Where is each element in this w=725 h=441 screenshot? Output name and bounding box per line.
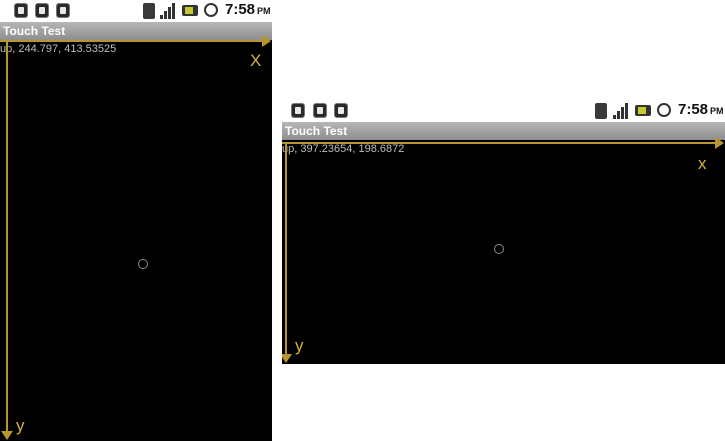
sd-card-icon xyxy=(334,103,348,118)
app-title-bar: Touch Test xyxy=(282,122,725,140)
usb-icon xyxy=(313,103,327,118)
y-axis-arrow xyxy=(1,431,13,440)
touch-surface[interactable]: up, 397.23654, 198.6872 xyxy=(282,140,725,364)
y-axis-line xyxy=(285,144,287,356)
lock-icon xyxy=(291,103,305,118)
wifi-icon xyxy=(595,103,607,119)
clock: 7:58 PM xyxy=(225,1,271,18)
status-bar: 7:58 PM xyxy=(282,100,725,122)
clock-time: 7:58 xyxy=(225,1,256,18)
y-axis-label: y xyxy=(16,416,25,435)
app-title: Touch Test xyxy=(3,24,66,38)
y-axis-line xyxy=(6,40,8,437)
status-bar: 7:58 PM xyxy=(0,0,272,22)
x-axis-line xyxy=(282,142,722,144)
y-axis-label: y xyxy=(295,336,304,355)
signal-icon xyxy=(160,3,178,19)
sd-card-icon xyxy=(56,3,70,18)
clock: 7:58 PM xyxy=(678,101,724,118)
alarm-icon xyxy=(204,3,218,17)
clock-ampm: PM xyxy=(710,106,724,116)
touch-surface[interactable]: up, 244.797, 413.53525 xyxy=(0,40,272,441)
x-axis-arrow xyxy=(715,137,724,149)
touch-point-marker xyxy=(494,244,504,254)
app-title: Touch Test xyxy=(285,124,348,138)
portrait-screen: 7:58 PM Touch Test up, 244.797, 413.53525… xyxy=(0,0,272,441)
touch-readout: up, 397.23654, 198.6872 xyxy=(282,143,405,155)
app-title-bar: Touch Test xyxy=(0,22,272,40)
x-axis-arrow xyxy=(262,35,271,47)
battery-icon xyxy=(182,5,198,16)
y-axis-arrow xyxy=(282,354,292,363)
signal-icon xyxy=(613,103,631,119)
x-axis-label: X xyxy=(250,51,262,70)
usb-icon xyxy=(35,3,49,18)
lock-icon xyxy=(14,3,28,18)
x-axis-label: x xyxy=(698,154,707,173)
alarm-icon xyxy=(657,103,671,117)
x-axis-line xyxy=(0,40,268,42)
landscape-screen: 7:58 PM Touch Test up, 397.23654, 198.687… xyxy=(282,100,725,366)
touch-readout: up, 244.797, 413.53525 xyxy=(0,43,117,55)
clock-time: 7:58 xyxy=(678,101,709,118)
touch-point-marker xyxy=(138,259,148,269)
wifi-icon xyxy=(143,3,155,19)
clock-ampm: PM xyxy=(257,6,271,16)
battery-icon xyxy=(635,105,651,116)
